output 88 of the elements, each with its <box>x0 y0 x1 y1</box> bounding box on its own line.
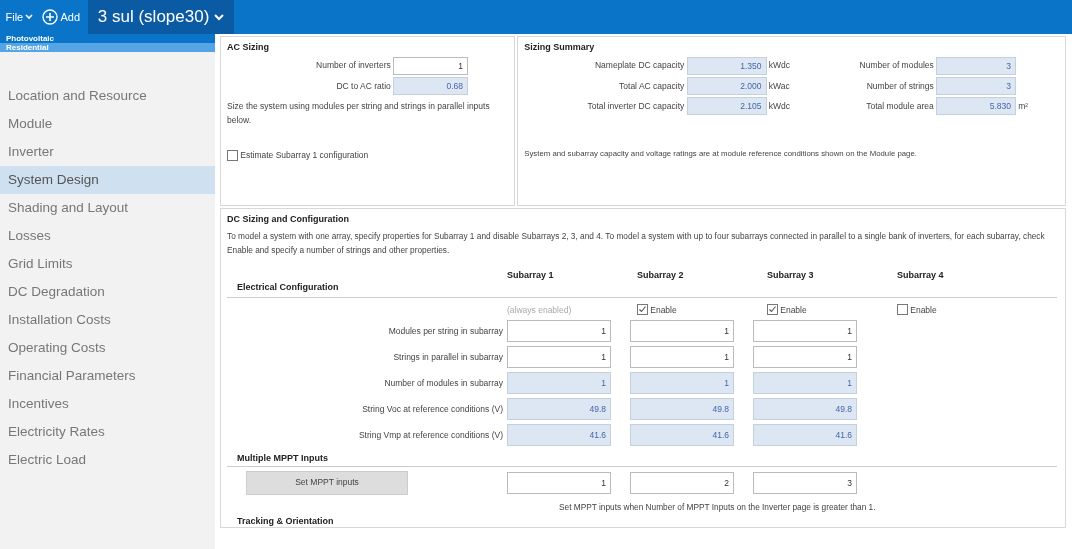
readonly-field: 1 <box>507 372 611 395</box>
section-title: Sizing Summary <box>524 41 596 54</box>
readonly-field: 41.6 <box>630 424 734 447</box>
sidebar-item[interactable]: Inverter <box>0 138 215 166</box>
field-label: Modules per string in subarray <box>387 324 504 338</box>
readonly-field: 1 <box>630 372 734 395</box>
checkbox[interactable] <box>227 149 238 161</box>
field-label: Total AC capacity <box>618 79 685 93</box>
plus-circle-icon <box>42 9 59 25</box>
chevron-down-icon <box>213 13 224 21</box>
readonly-field: 2.105 <box>686 97 767 116</box>
unit-label: kWac <box>768 79 791 93</box>
sidebar-item[interactable]: Operating Costs <box>0 334 215 362</box>
readonly-field: 3 <box>936 77 1016 95</box>
checkbox-label: Estimate Subarray 1 configuration <box>240 149 369 162</box>
field-label: Total module area <box>865 99 934 113</box>
sidebar-item[interactable]: Financial Parameters <box>0 362 215 390</box>
field-label: String Voc at reference conditions (V) <box>361 402 504 416</box>
column-header: Subarray 3 <box>767 269 815 282</box>
input-field[interactable]: 1 <box>507 471 611 494</box>
readonly-field: 49.8 <box>630 398 734 421</box>
file-menu[interactable]: File <box>0 7 39 27</box>
input-field[interactable]: 2 <box>630 471 734 494</box>
sidebar-item[interactable]: Electric Load <box>0 446 215 474</box>
checkbox-label: Enable <box>910 303 937 317</box>
readonly-field: 1.350 <box>686 56 767 75</box>
section-title: DC Sizing and Configuration <box>227 213 350 227</box>
checkbox[interactable] <box>897 304 908 316</box>
sidebar-item[interactable]: System Design <box>0 166 215 194</box>
input-field[interactable]: 3 <box>753 471 857 494</box>
field-label: Total inverter DC capacity <box>586 99 685 113</box>
unit-label: m² <box>1018 99 1030 113</box>
set-mppt-button[interactable]: Set MPPT inputs <box>246 470 408 495</box>
input-field[interactable]: 1 <box>753 346 857 369</box>
field-label: Strings in parallel in subarray <box>392 350 504 364</box>
chevron-down-icon <box>25 14 34 20</box>
unit-label: kWdc <box>768 59 791 73</box>
column-header: Subarray 2 <box>637 269 685 282</box>
sidebar-item[interactable]: Installation Costs <box>0 306 215 334</box>
checkbox[interactable] <box>767 304 778 316</box>
input-field[interactable]: 1 <box>630 346 734 369</box>
readonly-field: 41.6 <box>507 424 611 447</box>
readonly-field: 41.6 <box>753 424 857 447</box>
description-text: Set MPPT inputs when Number of MPPT Inputs on the Inverter page is greater than 1. <box>559 500 877 514</box>
readonly-field: 2.000 <box>686 77 767 95</box>
column-header: Subarray 4 <box>897 269 945 282</box>
field-label: Number of inverters <box>316 59 391 73</box>
checkbox-label: Enable <box>650 303 677 317</box>
field-label: Nameplate DC capacity <box>593 59 685 73</box>
input-field[interactable]: 1 <box>630 320 734 343</box>
section-title: AC Sizing <box>227 41 270 54</box>
description-text: To model a system with one array, specify properties for Subarray 1 and disable Subarrays 2, 3, and 4. To model a system with up to four subarrays connected in parallel to a single bank of inverters, for each subarray, check Enable and specify a number of strings and other properties. <box>227 230 1045 257</box>
description-text: Size the system using modules per string and strings in parallel inputs below. <box>227 100 491 127</box>
field-label: String Vmp at reference conditions (V) <box>357 428 504 442</box>
sidebar-item[interactable]: DC Degradation <box>0 278 215 306</box>
add-button[interactable]: Add <box>39 7 84 27</box>
sidebar-item[interactable]: Losses <box>0 222 215 250</box>
input-field[interactable]: 1 <box>393 56 468 75</box>
sidebar-item[interactable]: Electricity Rates <box>0 418 215 446</box>
field-label: Number of modules in subarray <box>383 376 504 390</box>
sidebar-item[interactable]: Grid Limits <box>0 250 215 278</box>
field-label: Number of strings <box>865 79 934 93</box>
field-label: Number of modules <box>858 59 934 73</box>
field-label: DC to AC ratio <box>336 79 391 93</box>
column-header: Subarray 1 <box>507 269 555 282</box>
sidebar-item[interactable]: Module <box>0 110 215 138</box>
technology-label: Photovoltaic <box>0 34 215 43</box>
market-label: Residential <box>0 43 215 52</box>
sidebar-item[interactable]: Shading and Layout <box>0 194 215 222</box>
sidebar-item[interactable]: Incentives <box>0 390 215 418</box>
checkbox-label: Enable <box>780 303 807 317</box>
checkbox[interactable] <box>637 304 648 316</box>
readonly-field: 5.830 <box>936 97 1016 116</box>
readonly-field: 1 <box>753 372 857 395</box>
readonly-field: 49.8 <box>507 398 611 421</box>
input-field[interactable]: 1 <box>753 320 857 343</box>
readonly-field: 49.8 <box>753 398 857 421</box>
section-title: Electrical Configuration <box>236 281 340 294</box>
input-field[interactable]: 1 <box>507 346 611 369</box>
section-title: Multiple MPPT Inputs <box>227 452 1057 467</box>
status-text: (always enabled) <box>507 303 572 317</box>
section-title: Tracking & Orientation <box>236 515 334 529</box>
sidebar-item[interactable]: Location and Resource <box>0 82 215 110</box>
readonly-field: 0.68 <box>393 77 468 95</box>
readonly-field: 3 <box>936 56 1016 75</box>
unit-label: kWdc <box>768 99 791 113</box>
input-field[interactable]: 1 <box>507 320 611 343</box>
case-selector[interactable]: 3 sul (slope30) <box>87 0 234 34</box>
